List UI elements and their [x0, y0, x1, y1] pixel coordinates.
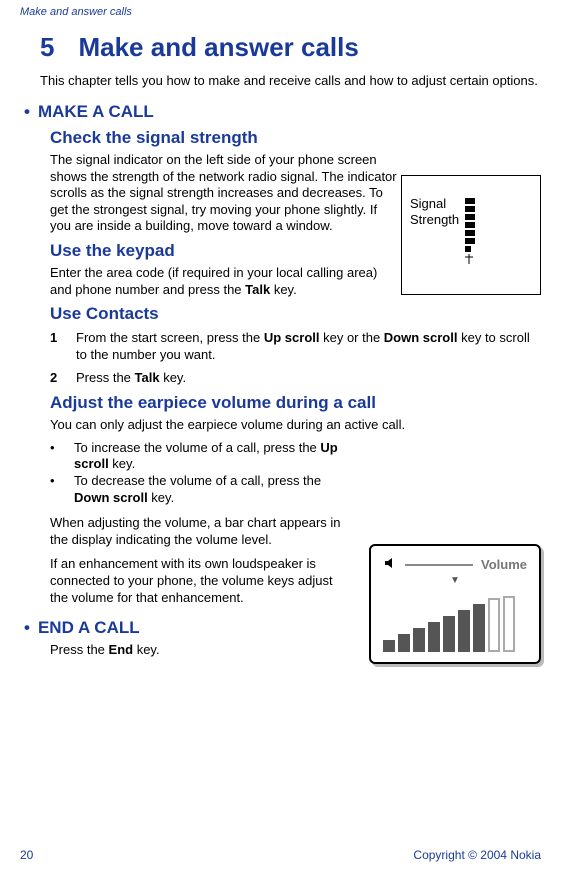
speaker-icon [383, 556, 397, 573]
copyright-text: Copyright © 2004 Nokia [413, 848, 541, 862]
section-make-a-call: MAKE A CALL [24, 102, 541, 122]
signal-label-2: Strength [410, 212, 459, 227]
bullet-decrease: • To decrease the volume of a call, pres… [50, 473, 541, 507]
subhead-adjust-volume: Adjust the earpiece volume during a call [50, 393, 541, 413]
s2-b1: Talk [135, 370, 160, 385]
end-post: key. [133, 642, 160, 657]
b2-b: Down scroll [74, 490, 148, 505]
s1-b2: Down scroll [384, 330, 458, 345]
b1-post: key. [109, 456, 136, 471]
keypad-bold: Talk [245, 282, 270, 297]
end-pre: Press the [50, 642, 109, 657]
volume-line-icon [405, 564, 473, 566]
page-number: 20 [20, 848, 33, 862]
s1-b1: Up scroll [264, 330, 320, 345]
step-2-number: 2 [50, 370, 76, 387]
signal-label: Signal Strength [410, 196, 459, 227]
s2-pre: Press the [76, 370, 135, 385]
subhead-signal-strength: Check the signal strength [50, 128, 541, 148]
triangle-down-icon: ▼ [383, 575, 527, 586]
s1-mid: key or the [319, 330, 383, 345]
figure-volume: Volume ▼ [369, 544, 541, 664]
chapter-intro: This chapter tells you how to make and r… [40, 73, 541, 90]
keypad-post: key. [270, 282, 297, 297]
b2-post: key. [148, 490, 175, 505]
chapter-number: 5 [40, 32, 54, 63]
volume-label: Volume [481, 557, 527, 572]
s2-post: key. [160, 370, 187, 385]
page-footer: 20 Copyright © 2004 Nokia [20, 848, 541, 862]
keypad-pre: Enter the area code (if required in your… [50, 265, 377, 297]
signal-label-1: Signal [410, 196, 446, 211]
chapter-title: 5 Make and answer calls [40, 32, 541, 63]
volume-bullet-list: • To increase the volume of a call, pres… [50, 440, 541, 508]
text-volume-barchart: When adjusting the volume, a bar chart a… [50, 515, 350, 548]
bullet-dot-icon: • [50, 473, 74, 507]
s1-pre: From the start screen, press the [76, 330, 264, 345]
step-2: 2 Press the Talk key. [50, 370, 541, 387]
running-header: Make and answer calls [20, 0, 541, 18]
step-2-content: Press the Talk key. [76, 370, 541, 387]
signal-bars-icon [465, 198, 475, 264]
bullet-increase: • To increase the volume of a call, pres… [50, 440, 541, 474]
bullet-increase-content: To increase the volume of a call, press … [74, 440, 354, 474]
bullet-decrease-content: To decrease the volume of a call, press … [74, 473, 354, 507]
step-1: 1 From the start screen, press the Up sc… [50, 330, 541, 364]
text-signal-strength: The signal indicator on the left side of… [50, 152, 400, 235]
step-1-number: 1 [50, 330, 76, 364]
subhead-use-contacts: Use Contacts [50, 304, 541, 324]
b2-pre: To decrease the volume of a call, press … [74, 473, 321, 488]
volume-bars-icon [383, 596, 527, 652]
end-bold: End [109, 642, 134, 657]
text-volume-enhancement: If an enhancement with its own loudspeak… [50, 556, 350, 606]
text-volume-lead: You can only adjust the earpiece volume … [50, 417, 541, 434]
bullet-dot-icon: • [50, 440, 74, 474]
text-use-keypad: Enter the area code (if required in your… [50, 265, 400, 298]
b1-pre: To increase the volume of a call, press … [74, 440, 320, 455]
chapter-title-text: Make and answer calls [78, 32, 358, 62]
figure-signal-strength: Signal Strength [401, 175, 541, 295]
step-1-content: From the start screen, press the Up scro… [76, 330, 541, 364]
volume-header: Volume [383, 556, 527, 573]
